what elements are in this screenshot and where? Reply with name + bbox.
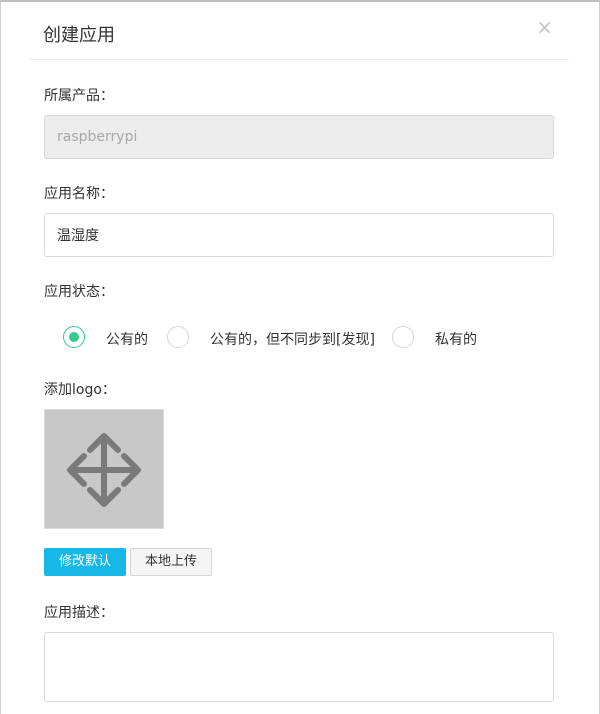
app-status-label: 应用状态： [44, 284, 114, 300]
app-name-label: 应用名称： [44, 186, 114, 202]
modify-default-button[interactable]: 修改默认 [44, 548, 126, 576]
description-label: 应用描述： [44, 605, 114, 621]
app-name-input[interactable] [44, 213, 554, 257]
close-icon[interactable]: × [536, 17, 553, 37]
create-app-dialog: 创建应用 × 所属产品： 应用名称： 应用状态： 公有的 公有的，但不同步到[发… [0, 0, 600, 714]
product-label: 所属产品： [44, 88, 114, 104]
status-option-label: 私有的 [435, 332, 477, 348]
logo-label: 添加logo： [44, 382, 116, 398]
local-upload-button[interactable]: 本地上传 [130, 548, 212, 576]
dialog-title: 创建应用 [43, 25, 115, 46]
radio-button-private[interactable] [392, 326, 414, 348]
status-option-label: 公有的 [106, 332, 148, 348]
logo-preview [44, 409, 164, 529]
move-arrows-icon [67, 433, 141, 507]
product-input [44, 115, 554, 159]
description-textarea[interactable] [44, 632, 554, 702]
radio-button-public-no-sync[interactable] [167, 326, 189, 348]
status-option-label: 公有的，但不同步到[发现] [210, 332, 375, 348]
dialog-header: 创建应用 × [29, 2, 569, 60]
radio-button-public[interactable] [63, 326, 85, 348]
